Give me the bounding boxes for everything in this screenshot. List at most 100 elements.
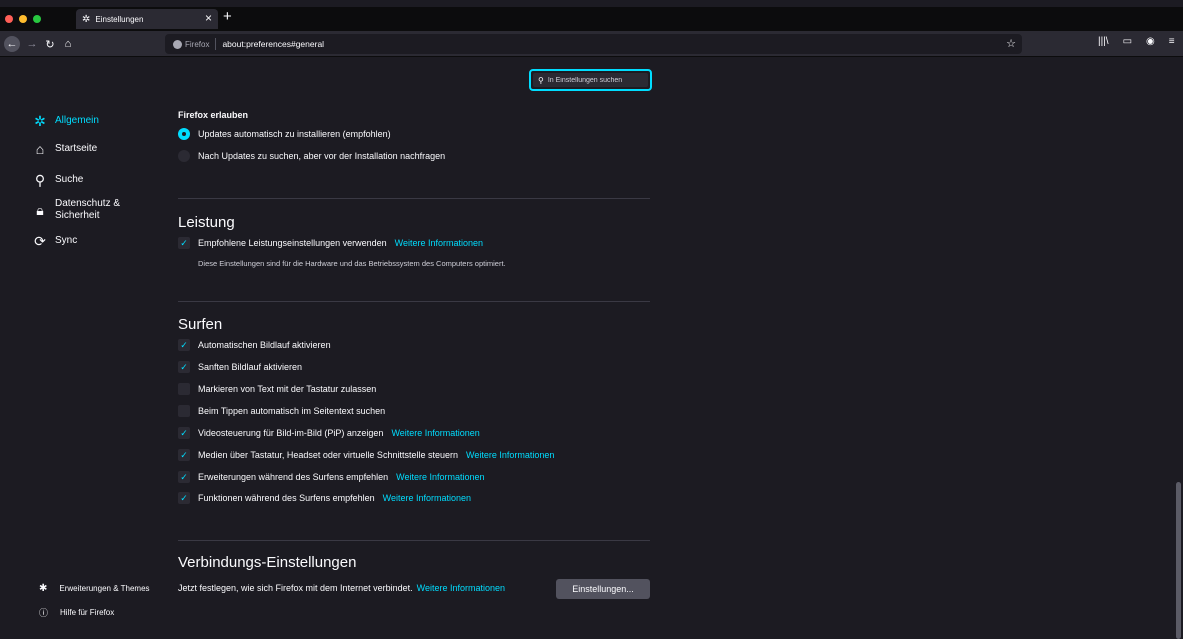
option-link[interactable]: Weitere Informationen xyxy=(396,472,484,482)
identity-box[interactable]: Firefox xyxy=(173,39,210,49)
option-label: Medien über Tastatur, Headset oder virtu… xyxy=(198,450,458,460)
browsing-option[interactable]: ✓ Funktionen während des Surfens empfehl… xyxy=(178,492,471,504)
update-auto-label: Updates automatisch zu installieren (emp… xyxy=(198,129,391,139)
option-label: Erweiterungen während des Surfens empfeh… xyxy=(198,472,389,482)
sync-icon: ⟳ xyxy=(34,232,46,249)
sidebar-item-label: Suche xyxy=(55,174,84,185)
browsing-option[interactable]: Beim Tippen automatisch im Seitentext su… xyxy=(178,405,385,417)
tab-title: Einstellungen xyxy=(95,14,144,24)
option-checkbox[interactable]: ✓ xyxy=(178,471,190,483)
connection-settings-button[interactable]: Einstellungen... xyxy=(556,579,650,599)
section-divider xyxy=(178,540,650,541)
search-icon: ⚲ xyxy=(538,75,544,85)
sidebar-item-home[interactable]: ⌂ Startseite xyxy=(33,141,98,157)
lock-icon: 🔒︎ xyxy=(36,201,44,218)
sidebar-item-search[interactable]: ⚲ Suche xyxy=(33,172,84,188)
performance-title: Leistung xyxy=(178,214,235,231)
option-label: Videosteuerung für Bild-im-Bild (PiP) an… xyxy=(198,428,384,438)
new-tab-button[interactable]: + xyxy=(223,8,232,25)
help-label: Hilfe für Firefox xyxy=(60,608,115,617)
navigation-toolbar: ← → ↻ ⌂ Firefox about:preferences#genera… xyxy=(0,31,1183,57)
browsing-option[interactable]: ✓ Erweiterungen während des Surfens empf… xyxy=(178,471,485,483)
arrow-right-icon: → xyxy=(26,38,38,50)
gear-icon: ✲ xyxy=(82,13,91,25)
arrow-left-icon: ← xyxy=(6,38,18,50)
section-divider xyxy=(178,301,650,302)
search-input[interactable] xyxy=(547,76,643,84)
option-checkbox[interactable]: ✓ xyxy=(178,449,190,461)
sidebar-item-general[interactable]: ✲ Allgemein xyxy=(33,112,99,129)
update-auto-radio[interactable] xyxy=(178,128,190,140)
update-auto-option[interactable]: Updates automatisch zu installieren (emp… xyxy=(178,128,391,140)
toolbar-right: |||\ ▭ ◉ ≡ xyxy=(1098,36,1175,47)
sidebar-item-privacy[interactable]: 🔒︎ Datenschutz & Sicherheit xyxy=(33,198,120,222)
close-tab-icon[interactable]: × xyxy=(205,11,212,25)
help-icon: ⓘ xyxy=(39,608,49,618)
connection-link[interactable]: Weitere Informationen xyxy=(417,583,505,593)
option-checkbox[interactable]: ✓ xyxy=(178,492,190,504)
updates-heading: Firefox erlauben xyxy=(178,110,249,120)
update-ask-label: Nach Updates zu suchen, aber vor der Ins… xyxy=(198,151,446,161)
connection-description-row: Jetzt festlegen, wie sich Firefox mit de… xyxy=(178,583,505,593)
scrollbar-thumb[interactable] xyxy=(1176,482,1181,639)
section-divider xyxy=(178,198,650,199)
option-link[interactable]: Weitere Informationen xyxy=(383,493,471,503)
firefox-logo-icon xyxy=(173,39,182,49)
preferences-content: ⚲ ✲ Allgemein ⌂ Startseite ⚲ Suche 🔒︎ Da… xyxy=(0,57,1183,639)
option-checkbox[interactable]: ✓ xyxy=(178,339,190,351)
recommended-performance-label: Empfohlene Leistungseinstellungen verwen… xyxy=(198,238,387,248)
url-bar[interactable]: Firefox about:preferences#general ☆ xyxy=(165,34,1022,54)
library-icon[interactable]: |||\ xyxy=(1098,36,1109,47)
recommended-performance-checkbox[interactable]: ✓ xyxy=(178,237,190,249)
extensions-themes-label: Erweiterungen & Themes xyxy=(59,584,150,593)
extensions-themes-link[interactable]: ✱ Erweiterungen & Themes xyxy=(39,583,150,594)
option-label: Markieren von Text mit der Tastatur zula… xyxy=(198,384,377,394)
identity-label: Firefox xyxy=(185,39,210,49)
sidebar-item-label: Allgemein xyxy=(55,115,99,126)
help-link[interactable]: ⓘ Hilfe für Firefox xyxy=(39,606,114,619)
home-icon: ⌂ xyxy=(35,141,45,157)
sidebar-item-label: Datenschutz & Sicherheit xyxy=(55,198,121,221)
recommended-performance-option[interactable]: ✓ Empfohlene Leistungseinstellungen verw… xyxy=(178,237,483,249)
sidebar-item-label: Startseite xyxy=(55,143,98,154)
browsing-option[interactable]: ✓ Automatischen Bildlauf aktivieren xyxy=(178,339,331,351)
search-box-focus-ring: ⚲ xyxy=(529,69,652,91)
sidebar-item-sync[interactable]: ⟳ Sync xyxy=(33,232,77,249)
update-ask-option[interactable]: Nach Updates zu suchen, aber vor der Ins… xyxy=(178,150,445,162)
url-text[interactable]: about:preferences#general xyxy=(222,39,324,49)
reload-icon: ↻ xyxy=(45,38,55,51)
puzzle-icon: ✱ xyxy=(39,583,48,594)
performance-description: Diese Einstellungen sind für die Hardwar… xyxy=(198,259,506,268)
account-icon[interactable]: ◉ xyxy=(1146,36,1155,47)
menu-icon[interactable]: ≡ xyxy=(1169,36,1175,47)
browsing-option[interactable]: ✓ Medien über Tastatur, Headset oder vir… xyxy=(178,449,554,461)
reload-button[interactable]: ↻ xyxy=(42,36,58,52)
bookmark-star-icon[interactable]: ☆ xyxy=(1006,37,1016,50)
tab-strip: ✲ Einstellungen × + xyxy=(0,7,1183,31)
recommended-performance-link[interactable]: Weitere Informationen xyxy=(395,238,483,248)
option-link[interactable]: Weitere Informationen xyxy=(391,428,479,438)
browsing-option[interactable]: ✓ Videosteuerung für Bild-im-Bild (PiP) … xyxy=(178,427,480,439)
gear-icon: ✲ xyxy=(34,112,46,129)
option-label: Sanften Bildlauf aktivieren xyxy=(198,362,303,372)
option-label: Beim Tippen automatisch im Seitentext su… xyxy=(198,406,386,416)
maximize-window-button[interactable] xyxy=(33,15,41,23)
url-separator xyxy=(215,38,217,50)
minimize-window-button[interactable] xyxy=(19,15,27,23)
option-link[interactable]: Weitere Informationen xyxy=(466,450,554,460)
option-checkbox[interactable] xyxy=(178,383,190,395)
sidebar-toggle-icon[interactable]: ▭ xyxy=(1123,36,1132,47)
update-ask-radio[interactable] xyxy=(178,150,190,162)
browsing-title: Surfen xyxy=(178,316,223,333)
option-checkbox[interactable]: ✓ xyxy=(178,427,190,439)
browsing-option[interactable]: Markieren von Text mit der Tastatur zula… xyxy=(178,383,376,395)
back-button[interactable]: ← xyxy=(4,36,20,52)
window-controls xyxy=(5,15,41,23)
close-window-button[interactable] xyxy=(5,15,13,23)
home-button[interactable]: ⌂ xyxy=(60,36,76,52)
option-checkbox[interactable]: ✓ xyxy=(178,361,190,373)
forward-button[interactable]: → xyxy=(24,36,40,52)
browsing-option[interactable]: ✓ Sanften Bildlauf aktivieren xyxy=(178,361,302,373)
option-checkbox[interactable] xyxy=(178,405,190,417)
tab-settings[interactable]: ✲ Einstellungen × xyxy=(76,9,218,29)
